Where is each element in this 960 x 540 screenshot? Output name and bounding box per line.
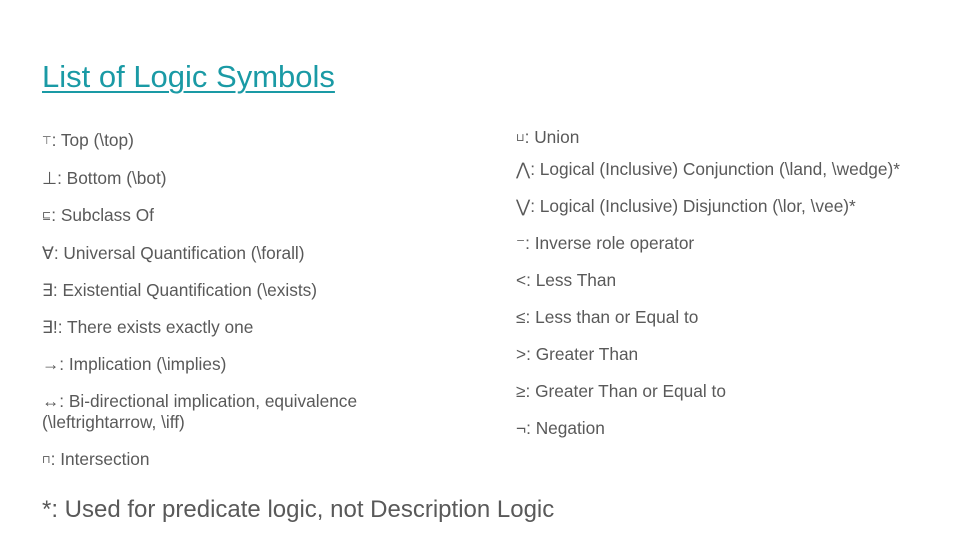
footnote: *: Used for predicate logic, not Descrip… bbox=[42, 496, 555, 523]
left-right-arrow-icon: ↔ bbox=[42, 391, 60, 411]
top-symbol-icon: ⊤ bbox=[42, 135, 52, 147]
symbol-item-union: ⊔: Union bbox=[516, 127, 916, 149]
symbol-item-label: : Subclass Of bbox=[51, 205, 154, 225]
greater-than-icon: > bbox=[516, 344, 527, 364]
exists-symbol-icon: ∃ bbox=[42, 280, 53, 300]
negation-symbol-icon: ¬ bbox=[516, 418, 527, 438]
symbol-item-label: : Bottom (\bot) bbox=[57, 168, 167, 188]
less-than-icon: < bbox=[516, 270, 527, 290]
symbol-item-label: : Top (\top) bbox=[51, 130, 134, 150]
symbol-item-bottom: ⊥: Bottom (\bot) bbox=[42, 168, 462, 189]
union-symbol-icon: ⊔ bbox=[516, 132, 525, 144]
symbol-item-label: : Logical (Inclusive) Conjunction (\land… bbox=[530, 159, 901, 179]
title-link[interactable]: List of Logic Symbols bbox=[42, 57, 335, 97]
symbol-item-disjunction: ⋁: Logical (Inclusive) Disjunction (\lor… bbox=[516, 196, 916, 217]
bottom-symbol-icon: ⊥ bbox=[42, 168, 58, 188]
symbol-item-label: : Inverse role operator bbox=[525, 233, 695, 253]
symbol-item-label: : Greater Than or Equal to bbox=[525, 381, 726, 401]
symbol-item-label: : Union bbox=[524, 127, 580, 147]
symbol-item-greater-equal: ≥: Greater Than or Equal to bbox=[516, 381, 916, 402]
intersection-symbol-icon: ⊓ bbox=[42, 454, 51, 466]
less-equal-icon: ≤ bbox=[516, 307, 526, 327]
wedge-symbol-icon: ⋀ bbox=[516, 159, 531, 179]
symbol-item-implication: →: Implication (\implies) bbox=[42, 354, 462, 375]
symbol-item-subclass: ⊑: Subclass Of bbox=[42, 205, 462, 227]
symbol-item-label: : Negation bbox=[526, 418, 605, 438]
symbol-item-label: : Intersection bbox=[50, 449, 150, 469]
symbol-item-exists-unique: ∃!: There exists exactly one bbox=[42, 317, 462, 338]
symbol-item-label: : Universal Quantification (\forall) bbox=[53, 243, 305, 263]
slide: List of Logic Symbols ⊤: Top (\top) ⊥: B… bbox=[0, 0, 960, 540]
symbol-item-label: : Logical (Inclusive) Disjunction (\lor,… bbox=[530, 196, 856, 216]
symbol-item-label: : Less than or Equal to bbox=[525, 307, 699, 327]
symbol-item-forall: ∀: Universal Quantification (\forall) bbox=[42, 243, 462, 264]
symbol-item-conjunction: ⋀: Logical (Inclusive) Conjunction (\lan… bbox=[516, 159, 916, 180]
symbol-item-exists: ∃: Existential Quantification (\exists) bbox=[42, 280, 462, 301]
symbol-item-intersection: ⊓: Intersection bbox=[42, 449, 462, 471]
inverse-symbol-icon: ⁻ bbox=[516, 233, 526, 253]
symbol-item-label: : Implication (\implies) bbox=[59, 354, 227, 374]
symbol-item-equivalence: ↔: Bi-directional implication, equivalen… bbox=[42, 391, 462, 433]
symbol-item-label: : Less Than bbox=[526, 270, 617, 290]
symbol-item-greater-than: >: Greater Than bbox=[516, 344, 916, 365]
symbol-item-label: !: There exists exactly one bbox=[52, 317, 254, 337]
exists-unique-symbol-icon: ∃ bbox=[42, 317, 53, 337]
symbol-item-negation: ¬: Negation bbox=[516, 418, 916, 439]
symbol-item-less-equal: ≤: Less than or Equal to bbox=[516, 307, 916, 328]
subclass-symbol-icon: ⊑ bbox=[42, 210, 52, 222]
right-arrow-icon: → bbox=[42, 354, 60, 374]
symbol-item-top: ⊤: Top (\top) bbox=[42, 130, 462, 152]
left-symbol-list: ⊤: Top (\top) ⊥: Bottom (\bot) ⊑: Subcla… bbox=[42, 130, 462, 471]
symbol-item-label: : Greater Than bbox=[526, 344, 639, 364]
vee-symbol-icon: ⋁ bbox=[516, 196, 531, 216]
greater-equal-icon: ≥ bbox=[516, 381, 526, 401]
symbol-item-less-than: <: Less Than bbox=[516, 270, 916, 291]
symbol-item-label: : Bi-directional implication, equivalenc… bbox=[42, 391, 358, 432]
right-symbol-list: ⊔: Union ⋀: Logical (Inclusive) Conjunct… bbox=[516, 127, 916, 439]
symbol-item-label: : Existential Quantification (\exists) bbox=[52, 280, 318, 300]
symbol-item-inverse: ⁻: Inverse role operator bbox=[516, 233, 916, 254]
forall-symbol-icon: ∀ bbox=[42, 243, 54, 263]
